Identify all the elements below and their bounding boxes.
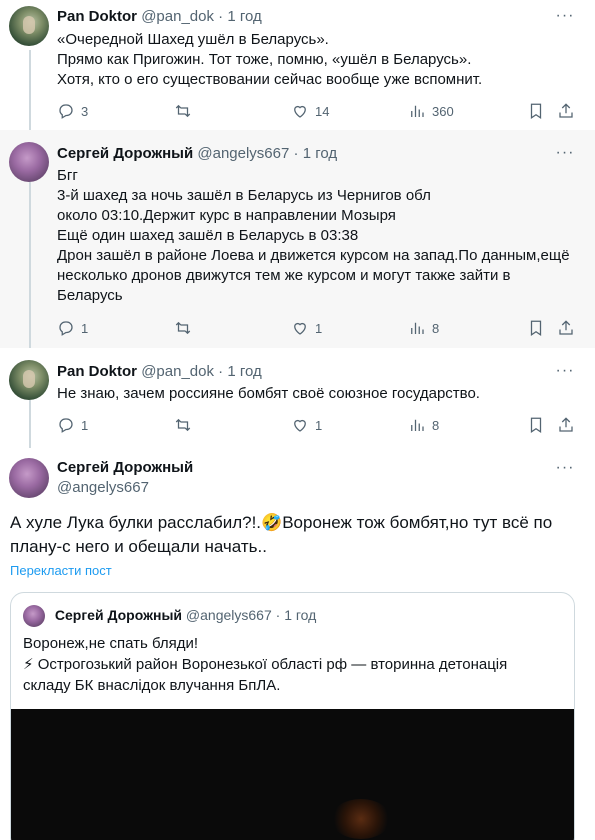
- tweet-header: Pan Doktor @pan_dok · 1 год: [57, 7, 262, 27]
- more-icon[interactable]: ···: [555, 143, 575, 163]
- retweet-icon: [175, 104, 191, 118]
- quoted-author-handle: @angelys667: [185, 607, 272, 623]
- quoted-timestamp: 1 год: [284, 607, 317, 623]
- avatar[interactable]: [9, 360, 49, 400]
- views-button[interactable]: 8: [408, 318, 439, 338]
- reply-icon: [59, 104, 73, 119]
- timestamp[interactable]: 1 год: [303, 145, 337, 162]
- views-count: 360: [432, 103, 454, 119]
- author-name[interactable]: Сергей Дорожный: [57, 145, 193, 162]
- avatar[interactable]: [9, 458, 49, 498]
- reply-icon: [59, 418, 73, 433]
- quoted-avatar: [23, 605, 45, 628]
- views-icon: [411, 419, 424, 431]
- thread-line: [29, 400, 31, 448]
- avatar[interactable]: [9, 6, 49, 46]
- quoted-header: Сергей Дорожный @angelys667 · 1 год: [23, 605, 317, 628]
- thread-line: [29, 182, 31, 348]
- fire-glow: [331, 799, 391, 839]
- bookmark-icon: [530, 417, 542, 433]
- quoted-tweet-card[interactable]: Сергей Дорожный @angelys667 · 1 год Воро…: [10, 592, 575, 840]
- separator-dot: ·: [218, 363, 224, 380]
- quoted-author-name: Сергей Дорожный: [54, 607, 183, 623]
- like-button[interactable]: 1: [291, 318, 322, 338]
- reply-icon: [59, 321, 73, 336]
- bookmark-button[interactable]: [527, 318, 545, 338]
- separator-dot: ·: [293, 145, 299, 162]
- quoted-text: Воронеж,не спать бляди! ⚡ Острогозький р…: [23, 635, 508, 694]
- tweet-header: Сергей Дорожный @angelys667 · 1 год: [57, 144, 337, 164]
- share-button[interactable]: [557, 318, 575, 338]
- bookmark-button[interactable]: [527, 101, 545, 121]
- views-button[interactable]: 8: [408, 415, 439, 435]
- share-icon: [559, 417, 573, 432]
- like-button[interactable]: 14: [291, 101, 329, 121]
- views-icon: [411, 105, 424, 117]
- quoted-video[interactable]: [11, 709, 574, 840]
- like-count: 14: [315, 103, 330, 119]
- more-icon[interactable]: ···: [555, 6, 575, 26]
- separator-dot: ·: [275, 607, 281, 623]
- translate-link[interactable]: Перекласти пост: [10, 563, 112, 578]
- reply-button[interactable]: 1: [57, 318, 88, 338]
- like-count: 1: [315, 417, 323, 433]
- action-bar: 1 1 8: [57, 318, 577, 338]
- main-tweet-text: А хуле Лука булки расслабил?!.🤣Воронеж т…: [10, 513, 553, 556]
- views-count: 8: [432, 417, 440, 433]
- author-handle[interactable]: @angelys667: [197, 145, 289, 162]
- more-icon[interactable]: ···: [555, 361, 575, 381]
- tweet-text: Бгг 3-й шахед за ночь зашёл в Беларусь и…: [57, 167, 570, 304]
- retweet-icon: [175, 321, 191, 335]
- tweet-pan-doktor-2[interactable]: Pan Doktor @pan_dok · 1 год ··· Не знаю,…: [0, 348, 595, 448]
- more-icon[interactable]: ···: [555, 458, 575, 478]
- tweet-sergey-1[interactable]: Сергей Дорожный @angelys667 · 1 год ··· …: [0, 130, 595, 348]
- main-author-handle: @angelys667: [57, 478, 149, 498]
- reply-count: 3: [81, 103, 89, 119]
- author-handle[interactable]: @angelys667: [57, 479, 149, 496]
- retweet-button[interactable]: [174, 101, 192, 121]
- reply-count: 1: [81, 417, 89, 433]
- tweet-text: «Очередной Шахед ушёл в Беларусь». Прямо…: [57, 31, 483, 88]
- views-button[interactable]: 360: [408, 101, 454, 121]
- main-author-name: Сергей Дорожный: [57, 458, 193, 478]
- action-bar: 3 14 360: [57, 101, 577, 121]
- action-bar: 1 1 8: [57, 415, 577, 435]
- tweet-header: Pan Doktor @pan_dok · 1 год: [57, 362, 262, 382]
- like-icon: [294, 105, 306, 118]
- bookmark-icon: [530, 320, 542, 336]
- retweet-icon: [175, 418, 191, 432]
- thread-line: [29, 50, 31, 130]
- share-icon: [559, 320, 573, 335]
- tweet-pan-doktor-1[interactable]: Pan Doktor @pan_dok · 1 год ··· «Очередн…: [0, 0, 595, 130]
- share-button[interactable]: [557, 415, 575, 435]
- author-name[interactable]: Pan Doktor: [57, 363, 137, 380]
- author-handle[interactable]: @pan_dok: [141, 8, 214, 25]
- views-icon: [411, 322, 424, 334]
- retweet-button[interactable]: [174, 318, 192, 338]
- like-button[interactable]: 1: [291, 415, 322, 435]
- separator-dot: ·: [218, 8, 224, 25]
- like-count: 1: [315, 320, 323, 336]
- retweet-button[interactable]: [174, 415, 192, 435]
- share-button[interactable]: [557, 101, 575, 121]
- reply-button[interactable]: 1: [57, 415, 88, 435]
- author-handle[interactable]: @pan_dok: [141, 363, 214, 380]
- bookmark-button[interactable]: [527, 415, 545, 435]
- reply-button[interactable]: 3: [57, 101, 88, 121]
- author-name[interactable]: Сергей Дорожный: [57, 459, 193, 476]
- timestamp[interactable]: 1 год: [227, 363, 261, 380]
- reply-count: 1: [81, 320, 89, 336]
- author-name[interactable]: Pan Doktor: [57, 8, 137, 25]
- tweet-text: Не знаю, зачем россияне бомбят своё союз…: [57, 385, 480, 402]
- like-icon: [294, 322, 306, 335]
- timestamp[interactable]: 1 год: [227, 8, 261, 25]
- avatar[interactable]: [9, 142, 49, 182]
- like-icon: [294, 419, 306, 432]
- share-icon: [559, 103, 573, 118]
- views-count: 8: [432, 320, 440, 336]
- bookmark-icon: [530, 103, 542, 119]
